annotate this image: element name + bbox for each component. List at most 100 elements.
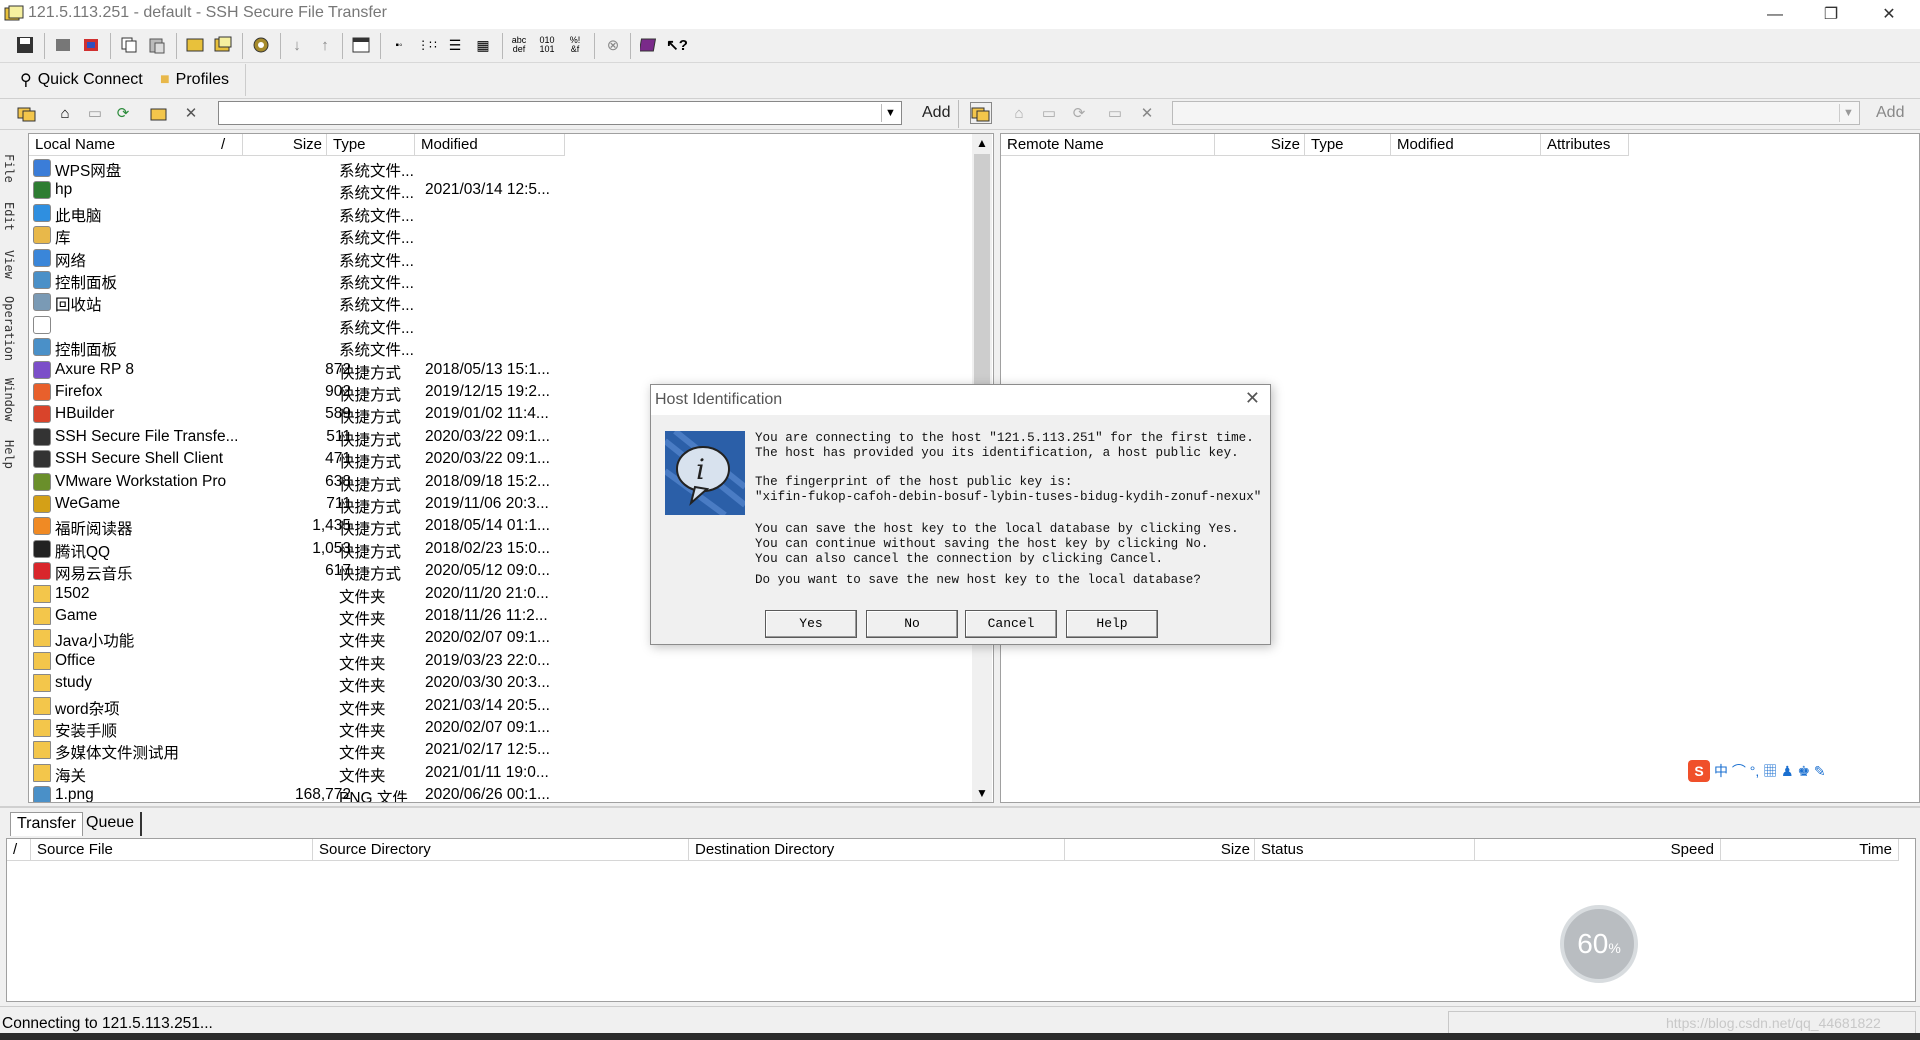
col-attributes[interactable]: Attributes (1541, 134, 1629, 156)
col-size[interactable]: Size (1065, 839, 1255, 861)
menu-edit[interactable]: Edit (2, 202, 16, 231)
file-properties-icon[interactable] (350, 34, 372, 56)
table-row[interactable]: Office 文件夹 2019/03/23 22:0... (29, 650, 975, 673)
menu-file[interactable]: File (2, 154, 16, 183)
menu-help[interactable]: Help (2, 440, 16, 469)
col-status[interactable]: Status (1255, 839, 1475, 861)
table-row[interactable]: 库 系统文件... (29, 224, 975, 247)
table-row[interactable]: 系统文件... (29, 314, 975, 337)
tab-queue[interactable]: Queue (80, 812, 143, 836)
remote-add-button[interactable]: Add (1876, 101, 1904, 125)
splitter[interactable] (0, 806, 1920, 808)
maximize-button[interactable]: ❐ (1808, 0, 1854, 29)
table-row[interactable]: 控制面板 系统文件... (29, 336, 975, 359)
save-icon[interactable] (14, 34, 36, 56)
local-new-folder-icon[interactable] (148, 102, 170, 124)
yes-button[interactable]: Yes (765, 610, 857, 638)
scroll-up-icon[interactable]: ▲ (976, 136, 988, 150)
tab-transfer[interactable]: Transfer (10, 812, 83, 836)
large-icons-view-icon[interactable]: ▪◦ (388, 34, 410, 56)
col-source-directory[interactable]: Source Directory (313, 839, 689, 861)
table-row[interactable]: 安装手顺 文件夹 2020/02/07 09:1... (29, 717, 975, 740)
table-row[interactable]: 回收站 系统文件... (29, 291, 975, 314)
col-speed[interactable]: Speed (1475, 839, 1721, 861)
table-row[interactable]: word杂项 文件夹 2021/03/14 20:5... (29, 695, 975, 718)
remote-delete-icon[interactable]: ✕ (1136, 102, 1158, 124)
table-row[interactable]: 此电脑 系统文件... (29, 202, 975, 225)
table-row[interactable]: 1.png 168,772 PNG 文件 2020/06/26 00:1... (29, 784, 975, 802)
toolbar-separator (176, 33, 177, 59)
details-view-icon[interactable]: ▦ (472, 34, 494, 56)
table-row[interactable]: 网络 系统文件... (29, 247, 975, 270)
col-sort[interactable]: / (7, 839, 31, 861)
menu-operation[interactable]: Operation (2, 296, 16, 361)
disconnect-icon[interactable] (52, 34, 74, 56)
scroll-thumb[interactable] (974, 154, 990, 384)
local-folder-icon[interactable]: ▭ (84, 102, 106, 124)
file-modified: 2020/02/07 09:1... (425, 629, 550, 647)
table-row[interactable]: study 文件夹 2020/03/30 20:3... (29, 672, 975, 695)
minimize-button[interactable]: — (1752, 0, 1798, 29)
dialog-close-icon[interactable]: ✕ (1245, 388, 1260, 409)
small-icons-view-icon[interactable]: ⋮∷ (416, 34, 438, 56)
ascii-mode-icon[interactable]: abc def (508, 34, 530, 56)
help-book-icon[interactable] (638, 34, 660, 56)
remote-path-input[interactable]: ▼ (1172, 101, 1860, 125)
local-home-icon[interactable]: ⌂ (54, 102, 76, 124)
binary-mode-icon[interactable]: 010 101 (536, 34, 558, 56)
menu-view[interactable]: View (2, 250, 16, 279)
stop-icon[interactable]: ⊗ (602, 34, 624, 56)
col-type[interactable]: Type (327, 134, 415, 156)
file-name: Game (55, 607, 98, 624)
cancel-button[interactable]: Cancel (965, 610, 1057, 638)
col-destination-directory[interactable]: Destination Directory (689, 839, 1065, 861)
local-refresh-icon[interactable]: ⟳ (112, 102, 134, 124)
col-remote-name[interactable]: Remote Name (1001, 134, 1215, 156)
close-button[interactable]: ✕ (1866, 0, 1912, 29)
copy-icon[interactable] (118, 34, 140, 56)
col-size[interactable]: Size (1215, 134, 1305, 156)
chevron-down-icon[interactable]: ▼ (1839, 104, 1857, 122)
auto-mode-icon[interactable]: %! &f (564, 34, 586, 56)
table-row[interactable]: Axure RP 8 872 快捷方式 2018/05/13 15:1... (29, 359, 975, 382)
no-button[interactable]: No (866, 610, 958, 638)
new-file-transfer-icon[interactable] (212, 34, 234, 56)
remote-home-icon[interactable]: ⌂ (1008, 102, 1030, 124)
connect-icon[interactable] (80, 34, 102, 56)
settings-icon[interactable] (250, 34, 272, 56)
table-row[interactable]: hp 系统文件... 2021/03/14 12:5... (29, 179, 975, 202)
col-size[interactable]: Size (243, 134, 327, 156)
chevron-down-icon[interactable]: ▼ (881, 104, 899, 122)
remote-up-folder-icon[interactable] (970, 102, 992, 124)
table-row[interactable]: 海关 文件夹 2021/01/11 19:0... (29, 762, 975, 785)
col-time[interactable]: Time (1721, 839, 1899, 861)
file-type: 快捷方式 (339, 431, 402, 449)
quick-connect-button[interactable]: ⚲ Quick Connect (14, 66, 149, 94)
col-modified[interactable]: Modified (1391, 134, 1541, 156)
context-help-icon[interactable]: ↖? (666, 34, 688, 56)
remote-folder-icon[interactable]: ▭ (1038, 102, 1060, 124)
local-up-folder-icon[interactable] (16, 102, 38, 124)
new-terminal-icon[interactable] (184, 34, 206, 56)
local-path-input[interactable]: ▼ (218, 101, 902, 125)
col-type[interactable]: Type (1305, 134, 1391, 156)
col-modified[interactable]: Modified (415, 134, 565, 156)
table-row[interactable]: 多媒体文件测试用 文件夹 2021/02/17 12:5... (29, 739, 975, 762)
remote-new-folder-icon[interactable]: ▭ (1104, 102, 1126, 124)
remote-refresh-icon[interactable]: ⟳ (1068, 102, 1090, 124)
download-icon[interactable]: ↓ (286, 34, 308, 56)
scroll-down-icon[interactable]: ▼ (976, 786, 988, 800)
menu-window[interactable]: Window (2, 378, 16, 421)
profiles-button[interactable]: ■ Profiles (154, 66, 236, 94)
local-delete-icon[interactable]: ✕ (180, 102, 202, 124)
upload-icon[interactable]: ↑ (314, 34, 336, 56)
col-local-name[interactable]: Local Name / (29, 134, 243, 156)
paste-icon[interactable] (146, 34, 168, 56)
table-row[interactable]: 控制面板 系统文件... (29, 269, 975, 292)
ime-toolbar[interactable]: S 中 ⌒ °, ▦ ♟ ♚ ✎ (1688, 757, 1874, 785)
list-view-icon[interactable]: ☰ (444, 34, 466, 56)
col-source-file[interactable]: Source File (31, 839, 313, 861)
table-row[interactable]: WPS网盘 系统文件... (29, 157, 975, 180)
help-button[interactable]: Help (1066, 610, 1158, 638)
local-add-button[interactable]: Add (922, 101, 950, 125)
